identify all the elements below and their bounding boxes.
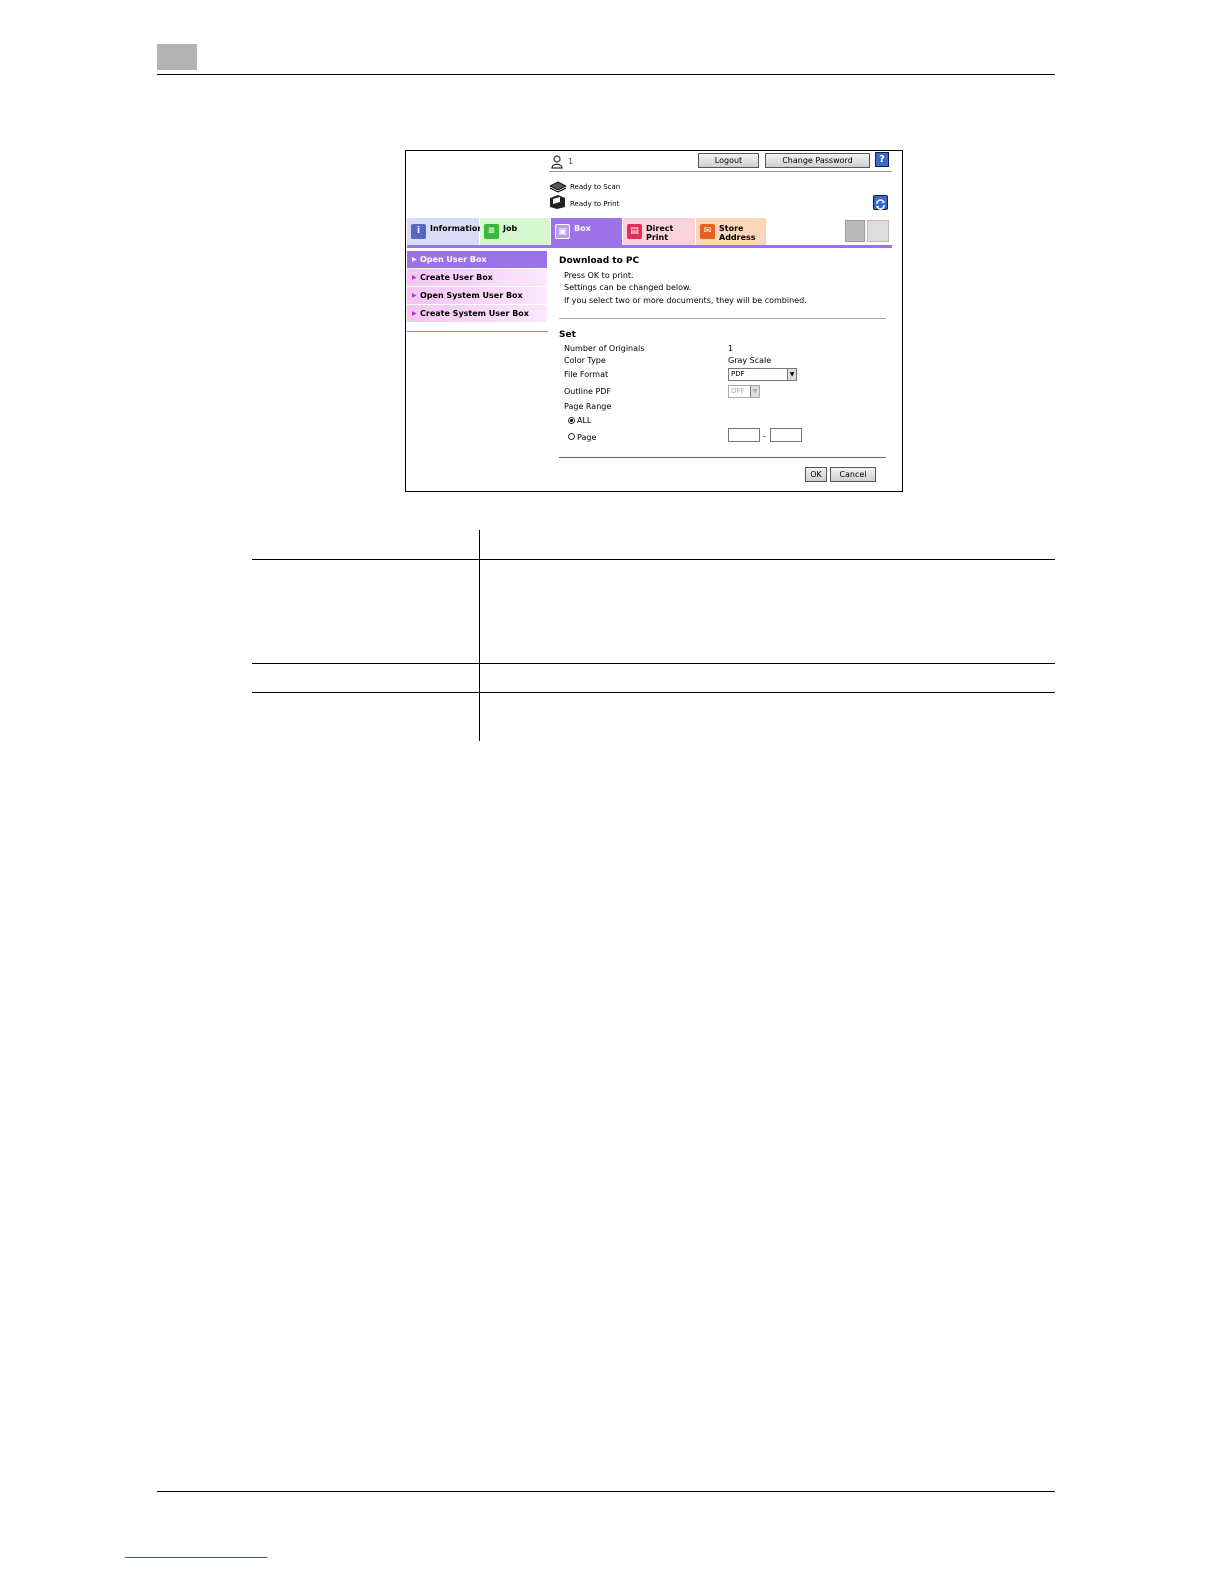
color-type-label: Color Type <box>564 356 606 365</box>
sidebar-rule <box>407 331 548 332</box>
sidebar-item-label: Create User Box <box>420 273 493 282</box>
page-range-label: Page Range <box>564 402 612 411</box>
sidebar-item-label: Open User Box <box>420 255 487 264</box>
form-divider <box>559 457 886 458</box>
tab-box-label: Box <box>574 224 591 233</box>
page-range-separator: - <box>763 432 766 441</box>
outline-pdf-select: OFF ▼ <box>728 385 760 398</box>
message-line: Settings can be changed below. <box>564 283 692 292</box>
tab-box[interactable]: ▣ Box <box>551 218 622 245</box>
number-of-originals-value: 1 <box>728 344 734 353</box>
set-heading: Set <box>559 330 576 340</box>
store-address-icon: ✉ <box>700 224 715 239</box>
help-icon[interactable]: ? <box>875 152 889 167</box>
tab-job-label: Job <box>503 224 518 233</box>
tab-information-label: Information <box>430 224 484 233</box>
user-name: 1 <box>568 157 574 166</box>
header-rule <box>157 74 1055 75</box>
top-rule <box>549 171 892 172</box>
web-ui-screenshot: 1 Logout Change Password ? Ready to Scan… <box>405 150 903 492</box>
sidebar-item-open-user-box[interactable]: ▶ Open User Box <box>407 251 547 268</box>
tab-direct-print[interactable]: ▤ Direct Print <box>623 218 695 245</box>
chevron-down-icon: ▼ <box>750 386 759 397</box>
change-password-button[interactable]: Change Password <box>765 153 870 168</box>
message-line: Press OK to print. <box>564 271 634 280</box>
utility-icon[interactable] <box>845 220 865 242</box>
tab-store-address[interactable]: ✉ Store Address <box>696 218 766 245</box>
sidebar-item-open-system-user-box[interactable]: ▶ Open System User Box <box>407 287 547 304</box>
arrow-icon: ▶ <box>412 256 417 263</box>
information-icon: i <box>411 224 426 239</box>
chapter-number-box <box>157 44 197 70</box>
file-format-label: File Format <box>564 370 609 379</box>
radio-page-label: Page <box>577 433 597 442</box>
radio-page[interactable] <box>568 433 575 440</box>
page-to-input[interactable] <box>770 428 802 442</box>
tab-store-address-label: Store Address <box>719 224 756 242</box>
color-type-value: Gray Scale <box>728 356 772 365</box>
print-status: Ready to Print <box>570 200 620 208</box>
printer-icon <box>548 194 566 210</box>
page-title: Download to PC <box>559 256 640 266</box>
file-format-value: PDF <box>731 370 745 378</box>
scan-status: Ready to Scan <box>570 183 621 191</box>
sidebar-item-label: Open System User Box <box>420 291 523 300</box>
outline-pdf-value: OFF <box>731 387 745 395</box>
page-from-input[interactable] <box>728 428 760 442</box>
section-divider <box>559 318 886 319</box>
arrow-icon: ▶ <box>412 292 417 299</box>
tab-underline <box>407 245 892 248</box>
direct-print-icon: ▤ <box>627 224 642 239</box>
table-row-divider <box>252 559 1055 560</box>
table-column-divider <box>479 530 480 741</box>
tab-job[interactable]: ≡ Job <box>480 218 550 245</box>
message-line: If you select two or more documents, the… <box>564 296 807 305</box>
ok-button[interactable]: OK <box>805 467 827 482</box>
footer-link-underline <box>125 1557 267 1558</box>
number-of-originals-label: Number of Originals <box>564 344 645 353</box>
footer-rule <box>157 1491 1055 1492</box>
table-row-divider <box>252 663 1055 664</box>
sidebar-item-create-system-user-box[interactable]: ▶ Create System User Box <box>407 305 547 322</box>
chevron-down-icon: ▼ <box>787 369 796 380</box>
user-icon <box>551 154 563 169</box>
arrow-icon: ▶ <box>412 310 417 317</box>
tab-information[interactable]: i Information <box>407 218 483 245</box>
logout-button[interactable]: Logout <box>698 153 759 168</box>
message-icon[interactable] <box>867 220 889 242</box>
radio-all-label: ALL <box>577 416 592 425</box>
file-format-select[interactable]: PDF ▼ <box>728 368 797 381</box>
arrow-icon: ▶ <box>412 274 417 281</box>
tab-direct-print-label: Direct Print <box>646 224 674 242</box>
cancel-button[interactable]: Cancel <box>830 467 876 482</box>
outline-pdf-label: Outline PDF <box>564 387 612 396</box>
scanner-icon <box>549 178 567 193</box>
radio-all[interactable] <box>568 417 575 424</box>
sidebar-item-label: Create System User Box <box>420 309 529 318</box>
sidebar-item-create-user-box[interactable]: ▶ Create User Box <box>407 269 547 286</box>
box-icon: ▣ <box>555 224 570 239</box>
table-row-divider <box>252 692 1055 693</box>
refresh-icon[interactable] <box>873 195 888 210</box>
job-icon: ≡ <box>484 224 499 239</box>
